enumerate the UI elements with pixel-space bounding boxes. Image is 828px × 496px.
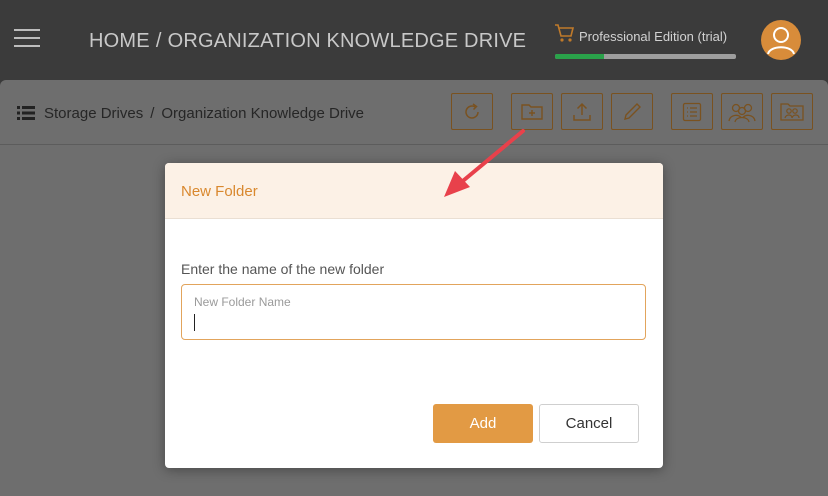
rename-button[interactable] <box>611 93 653 130</box>
edition-label: Professional Edition (trial) <box>579 29 728 44</box>
folder-name-label: Enter the name of the new folder <box>181 261 385 277</box>
text-cursor <box>194 314 195 331</box>
folder-name-input[interactable]: New Folder Name <box>181 284 646 340</box>
breadcrumb-current: Organization Knowledge Drive <box>161 105 365 122</box>
trial-progress-bar <box>555 54 736 59</box>
user-avatar-icon[interactable] <box>761 20 801 60</box>
upload-icon <box>573 102 591 121</box>
share-icon <box>780 102 804 121</box>
add-button[interactable]: Add <box>433 404 533 443</box>
rename-icon <box>624 102 641 120</box>
new-folder-dialog: New Folder Enter the name of the new fol… <box>165 163 663 468</box>
annotation-arrow-icon <box>444 129 525 197</box>
breadcrumb: Storage Drives / Organization Knowledge Dr… <box>44 105 364 122</box>
details-button[interactable] <box>671 93 713 130</box>
users-button[interactable] <box>721 93 763 130</box>
upload-button[interactable] <box>561 93 603 130</box>
menu-icon[interactable] <box>14 29 40 49</box>
drive-title: ORGANIZATION KNOWLEDGE DRIVE <box>167 30 527 52</box>
cart-icon <box>555 24 575 42</box>
details-icon <box>682 102 702 121</box>
new-folder-icon <box>521 103 543 120</box>
home-link[interactable]: HOME <box>89 30 150 52</box>
drive-toolbar: Storage Drives / Organization Knowledge Dr… <box>0 80 828 145</box>
share-button[interactable] <box>771 93 813 130</box>
top-header: HOME / ORGANIZATION KNOWLEDGE DRIVE Profes… <box>0 0 828 80</box>
folder-name-placeholder: New Folder Name <box>194 295 291 309</box>
refresh-icon <box>465 102 479 119</box>
breadcrumb-separator: / <box>150 105 155 122</box>
dialog-title: New Folder <box>181 183 258 200</box>
list-icon <box>17 106 35 120</box>
cancel-button[interactable]: Cancel <box>539 404 639 443</box>
dialog-header: New Folder <box>165 163 663 219</box>
breadcrumb-separator: / <box>155 30 162 52</box>
trial-progress-fill <box>555 54 604 59</box>
users-icon <box>728 103 756 122</box>
top-breadcrumb: HOME / ORGANIZATION KNOWLEDGE DRIVE <box>89 30 526 53</box>
breadcrumb-storage-drives[interactable]: Storage Drives <box>44 105 143 122</box>
